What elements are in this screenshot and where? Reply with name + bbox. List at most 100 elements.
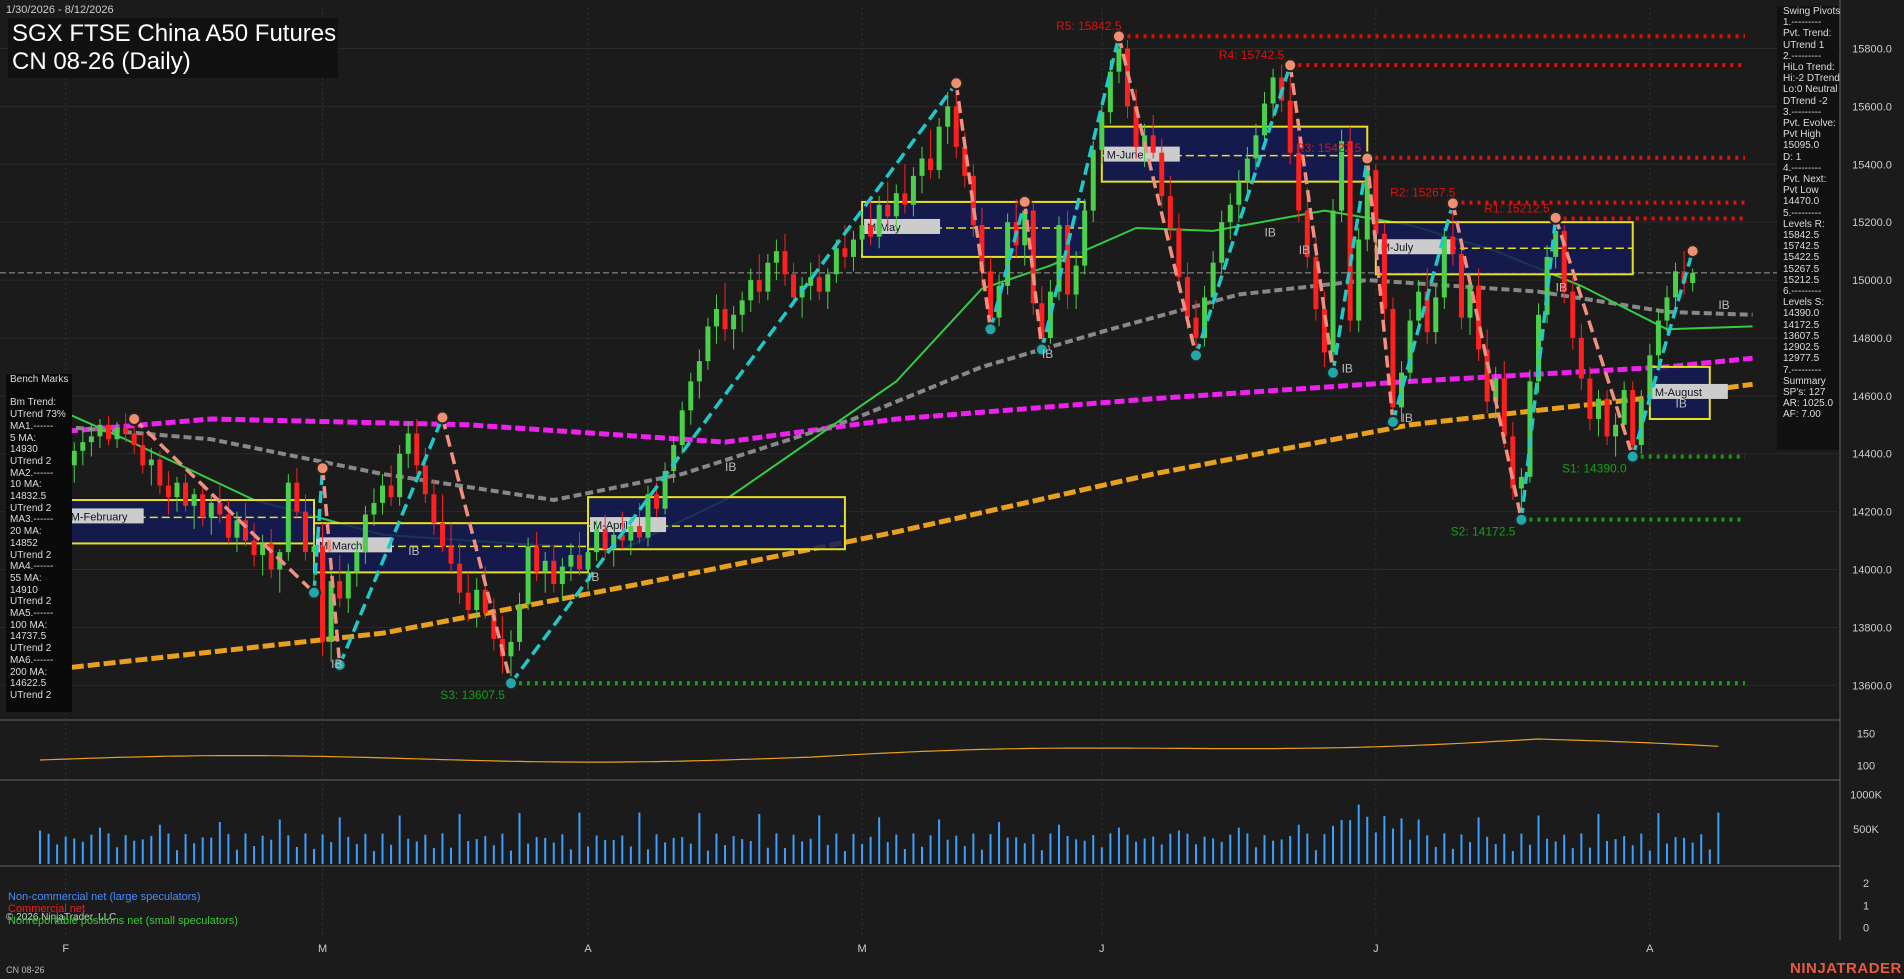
- candle-body: [1244, 158, 1250, 182]
- bench-panel-line: MA4.------: [10, 561, 54, 573]
- swing-panel-line: 14390.0: [1783, 308, 1820, 320]
- candle-body: [448, 546, 454, 564]
- swing-panel-line: 15267.5: [1783, 263, 1820, 275]
- sub-y-tick: 500K: [1853, 824, 1879, 836]
- candle-body: [1056, 225, 1062, 292]
- sub-y-tick: 1: [1863, 900, 1869, 912]
- bench-panel-line: 200 MA:: [10, 666, 48, 678]
- monthly-zone-label: M-February: [71, 511, 128, 523]
- swing-point: [1548, 210, 1563, 225]
- candle-body: [1167, 196, 1173, 228]
- candle-body: [140, 445, 146, 466]
- pivot-level-label: R3: 15422.5: [1296, 141, 1362, 155]
- candle-body: [388, 485, 394, 498]
- swing-panel-line: Lo:0 Neutral: [1783, 84, 1838, 96]
- candle-body: [465, 592, 471, 611]
- candle-body: [936, 126, 942, 171]
- ib-label: IB: [588, 570, 599, 584]
- y-tick-label: 14400.0: [1852, 449, 1892, 461]
- candle-body: [251, 540, 257, 556]
- bench-panel-line: MA6.------: [10, 654, 54, 666]
- x-month-label: J: [1373, 943, 1379, 955]
- x-month-label: M: [857, 943, 866, 955]
- candle-body: [148, 459, 154, 466]
- sub-panels: 150 100 1000K 500K 2 1 0: [39, 729, 1883, 934]
- pivot-level-label: S2: 14172.5: [1451, 525, 1516, 539]
- bench-panel-line: 14832.5: [10, 491, 47, 503]
- swing-point: [315, 461, 330, 476]
- candle-body: [1613, 424, 1619, 437]
- swing-panel-line: 12902.5: [1783, 342, 1820, 354]
- swing-line: [1040, 35, 1121, 350]
- candle-body: [217, 502, 223, 515]
- ib-label: IB: [1265, 226, 1276, 240]
- swing-panel-line: Levels R:: [1783, 218, 1825, 230]
- candle-body: [876, 204, 882, 237]
- x-month-label: A: [1646, 943, 1654, 955]
- candle-body: [739, 300, 745, 315]
- bench-panel-line: 100 MA:: [10, 619, 48, 631]
- candle-body: [225, 514, 231, 538]
- candle-body: [585, 552, 591, 570]
- ib-label: IB: [331, 657, 342, 671]
- swing-panel-line: SP's: 127: [1783, 386, 1826, 398]
- candle-body: [1630, 390, 1636, 446]
- candle-body: [833, 248, 839, 275]
- candle-body: [542, 560, 548, 573]
- candle-body: [1296, 152, 1302, 211]
- candle-body: [568, 555, 574, 567]
- swing-point: [949, 76, 964, 91]
- candle-body: [1219, 222, 1225, 263]
- candle-body: [705, 326, 711, 362]
- pivot-level-label: R2: 15267.5: [1390, 186, 1456, 200]
- bench-panel-line: 5 MA:: [10, 432, 37, 444]
- swing-panel-line: D: 1: [1783, 151, 1802, 163]
- candle-body: [457, 563, 463, 593]
- candle-body: [696, 361, 702, 382]
- candle-body: [123, 427, 129, 434]
- bench-panel-line: 14852: [10, 537, 38, 549]
- bench-panel-line: 20 MA:: [10, 526, 42, 538]
- swing-panel-line: Pvt High: [1783, 129, 1821, 141]
- candle-body: [165, 485, 171, 498]
- candle-body: [1450, 236, 1456, 255]
- sub-y-tick: 0: [1863, 922, 1869, 934]
- candle-body: [71, 450, 77, 466]
- candle-body: [1270, 77, 1276, 104]
- candle-body: [816, 277, 822, 292]
- x-month-label: M: [318, 943, 327, 955]
- candle-body: [414, 433, 420, 466]
- bench-panel-line: Bench Marks: [10, 374, 69, 385]
- bench-panel-line: MA2.------: [10, 467, 54, 479]
- swing-panel-line: 2.---------: [1783, 50, 1822, 62]
- candle-body: [1604, 398, 1610, 437]
- bench-panel-line: UTrend 2: [10, 689, 52, 701]
- candle-body: [1090, 149, 1096, 211]
- bench-panel-line: 14737.5: [10, 631, 47, 643]
- bench-panel-line: 14622.5: [10, 678, 47, 690]
- candle-body: [80, 442, 86, 451]
- swing-panel-line: Summary: [1783, 375, 1826, 387]
- candle-body: [628, 526, 634, 541]
- ib-label: IB: [1342, 362, 1353, 376]
- swing-panel-line: 3.---------: [1783, 106, 1822, 118]
- swing-panel-line: 4.---------: [1783, 162, 1822, 174]
- oscillator-line: [39, 738, 1719, 763]
- candle-body: [868, 225, 874, 237]
- candle-body: [1690, 272, 1696, 283]
- sub-y-tick: 100: [1857, 760, 1875, 772]
- swing-point: [1625, 449, 1640, 464]
- swing-line: [1117, 35, 1198, 356]
- candle-body: [1184, 277, 1190, 318]
- candle-body: [1501, 378, 1507, 437]
- candle-body: [517, 604, 523, 642]
- candle-body: [919, 158, 925, 176]
- candle-body: [791, 274, 797, 298]
- y-tick-label: 13600.0: [1852, 680, 1892, 692]
- swing-point: [1385, 414, 1400, 429]
- swing-panel-line: 15095.0: [1783, 140, 1820, 152]
- pivot-level-label: R4: 15742.5: [1219, 48, 1285, 62]
- swing-point: [127, 411, 142, 426]
- swing-line: [509, 82, 958, 685]
- swing-point: [1360, 151, 1375, 166]
